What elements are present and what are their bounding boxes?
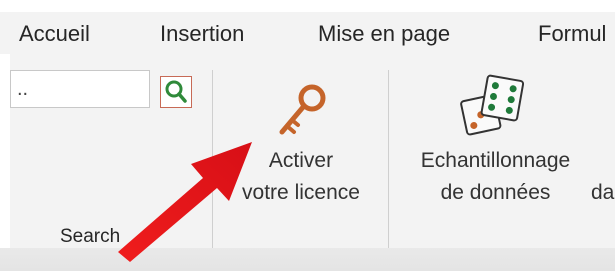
key-icon (279, 84, 326, 135)
search-group-label: Search (60, 226, 121, 247)
tab-insertion[interactable]: Insertion (160, 21, 244, 47)
data-sampling-button[interactable]: Echantillonnage de données (398, 72, 593, 214)
tab-mise-en-page[interactable]: Mise en page (318, 21, 450, 47)
data-sampling-label-line1: Echantillonnage (420, 149, 571, 172)
activate-license-button[interactable]: Activer votre licence (222, 72, 380, 214)
data-sampling-label-line2: de données (440, 181, 551, 204)
search-input[interactable] (10, 70, 150, 108)
ribbon-tabs: Accueil Insertion Mise en page Formul (0, 12, 615, 54)
activate-license-label-line2: votre licence (242, 181, 360, 204)
tab-accueil[interactable]: Accueil (19, 21, 90, 47)
search-button[interactable] (160, 76, 192, 108)
group-separator (388, 70, 389, 248)
ribbon-bottom-edge (0, 248, 615, 271)
activate-license-label-line1: Activer (268, 149, 334, 172)
dice-icon (460, 74, 524, 136)
partial-next-button-label[interactable]: da (591, 181, 614, 205)
excel-ribbon-screenshot: Accueil Insertion Mise en page Formul Se… (0, 0, 615, 271)
group-separator (212, 70, 213, 248)
search-icon (165, 80, 187, 103)
ribbon-left-edge (0, 54, 10, 248)
tab-formules[interactable]: Formul (538, 21, 606, 47)
